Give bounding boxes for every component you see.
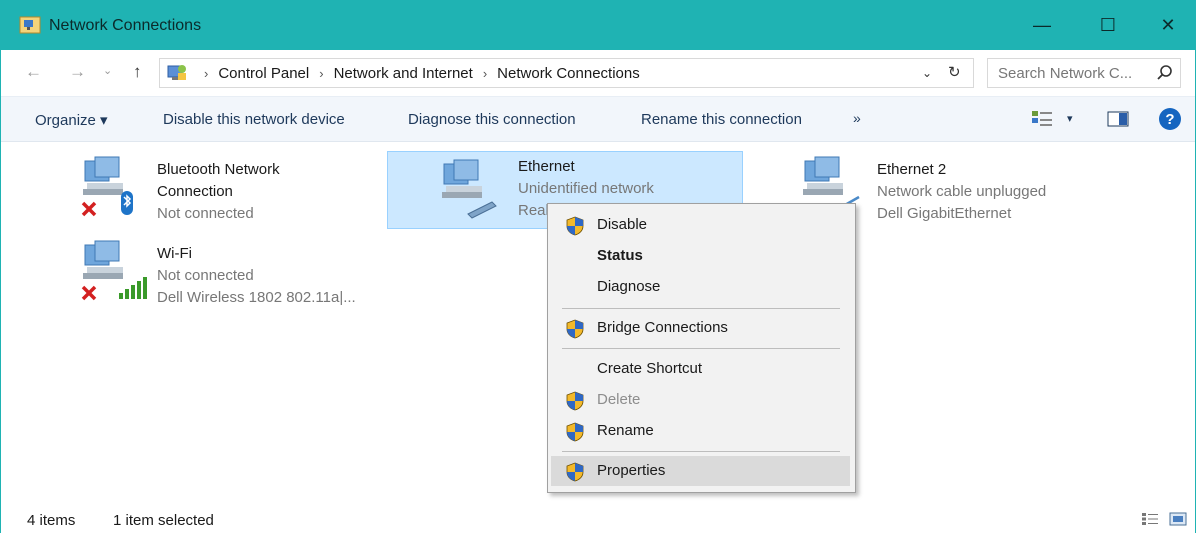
menu-item-create-shortcut[interactable]: Create Shortcut	[551, 354, 850, 384]
minimize-button[interactable]: —	[1009, 1, 1075, 50]
breadcrumb-separator[interactable]: ›	[483, 65, 487, 82]
preview-pane-icon[interactable]	[1107, 111, 1129, 127]
view-dropdown-button[interactable]: ▾	[1067, 112, 1073, 125]
uac-shield-icon	[566, 462, 584, 482]
uac-shield-icon	[566, 319, 584, 339]
menu-item-label: Properties	[597, 462, 666, 479]
help-icon[interactable]: ?	[1159, 108, 1181, 130]
connection-status: Unidentified network	[518, 180, 654, 197]
network-connections-icon	[19, 16, 41, 34]
breadcrumb-network-connections[interactable]: Network Connections	[497, 65, 640, 82]
menu-item-label: Create Shortcut	[597, 360, 703, 377]
connection-device: Dell GigabitEthernet	[877, 205, 1012, 222]
uac-shield-icon	[566, 216, 584, 236]
network-adapter-icon	[81, 240, 147, 301]
title-bar[interactable]: Network Connections — ☐ ✕	[1, 1, 1195, 50]
address-bar[interactable]: › Control Panel › Network and Internet ›…	[159, 58, 974, 88]
menu-separator	[562, 308, 840, 309]
command-bar: Organize ▾ Disable this network device D…	[1, 96, 1195, 142]
connection-device: Dell Wireless 1802 802.11a|...	[157, 289, 356, 306]
organize-button[interactable]: Organize ▾	[35, 111, 108, 129]
menu-item-label: Bridge Connections	[597, 319, 728, 336]
search-icon[interactable]	[1156, 64, 1174, 82]
connection-name: Wi-Fi	[157, 245, 192, 262]
maximize-button[interactable]: ☐	[1075, 1, 1141, 50]
window-title: Network Connections	[49, 17, 202, 34]
breadcrumb: › Control Panel › Network and Internet ›…	[194, 65, 640, 82]
connection-name: Bluetooth Network	[157, 161, 280, 178]
uac-shield-icon	[566, 391, 584, 411]
status-bar: 4 items 1 item selected	[1, 503, 1195, 533]
menu-separator	[562, 451, 840, 452]
search-input[interactable]: Search Network C...	[998, 65, 1132, 82]
menu-item-bridge-connections[interactable]: Bridge Connections	[551, 313, 850, 343]
up-button[interactable]: ↑	[133, 62, 142, 82]
menu-item-label: Rename	[597, 422, 654, 439]
connection-wifi[interactable]: Wi-Fi Not connected Dell Wireless 1802 8…	[81, 239, 381, 313]
forward-button[interactable]: →	[69, 62, 86, 82]
diagnose-connection-button[interactable]: Diagnose this connection	[408, 111, 576, 128]
details-view-icon[interactable]	[1141, 512, 1159, 526]
menu-item-diagnose[interactable]: Diagnose	[551, 272, 850, 302]
rename-connection-button[interactable]: Rename this connection	[641, 111, 802, 128]
uac-shield-icon	[566, 422, 584, 442]
context-menu: Disable Status Diagnose Bridge Connectio…	[547, 203, 856, 493]
breadcrumb-separator[interactable]: ›	[319, 65, 323, 82]
menu-item-label: Delete	[597, 391, 641, 408]
more-commands-button[interactable]: »	[853, 110, 861, 126]
menu-item-label: Diagnose	[597, 278, 661, 295]
large-icons-view-icon[interactable]	[1169, 512, 1187, 526]
menu-item-label: Disable	[597, 216, 648, 233]
recent-locations-button[interactable]: ⌄	[103, 64, 112, 77]
menu-item-properties[interactable]: Properties	[551, 456, 850, 486]
refresh-button[interactable]: ↻	[948, 63, 961, 81]
close-button[interactable]: ✕	[1135, 1, 1196, 50]
menu-item-delete[interactable]: Delete	[551, 385, 850, 415]
connection-name: Ethernet 2	[877, 161, 947, 178]
item-count: 4 items	[27, 512, 76, 529]
connection-labels: Wi-Fi Not connected Dell Wireless 1802 8…	[157, 243, 356, 309]
back-button[interactable]: ←	[25, 62, 42, 82]
selection-count: 1 item selected	[113, 512, 214, 529]
connection-labels: Bluetooth Network Connection Not connect…	[157, 159, 280, 225]
address-dropdown-button[interactable]: ⌄	[922, 66, 932, 80]
connection-status: Network cable unplugged	[877, 183, 1047, 200]
connection-status: Not connected	[157, 267, 254, 284]
network-adapter-icon	[81, 156, 133, 217]
search-box[interactable]: Search Network C...	[987, 58, 1181, 88]
control-panel-icon	[167, 65, 186, 80]
menu-item-disable[interactable]: Disable	[551, 210, 850, 240]
breadcrumb-network-and-internet[interactable]: Network and Internet	[334, 65, 473, 82]
menu-item-label: Status	[597, 247, 643, 264]
menu-separator	[562, 348, 840, 349]
connection-name: Connection	[157, 183, 233, 200]
disable-device-button[interactable]: Disable this network device	[163, 111, 345, 128]
menu-item-status[interactable]: Status	[551, 241, 850, 271]
connection-name: Ethernet	[518, 158, 575, 175]
explorer-window: Network Connections — ☐ ✕ ← → ⌄ ↑ › Cont…	[0, 0, 1196, 533]
network-adapter-icon	[442, 159, 497, 219]
connection-labels: Ethernet 2 Network cable unplugged Dell …	[877, 159, 1046, 225]
breadcrumb-control-panel[interactable]: Control Panel	[218, 65, 309, 82]
connection-status: Not connected	[157, 205, 254, 222]
address-row: ← → ⌄ ↑ › Control Panel › Network and In…	[1, 50, 1195, 96]
connection-bluetooth[interactable]: Bluetooth Network Connection Not connect…	[81, 155, 381, 229]
change-view-icon[interactable]	[1031, 109, 1053, 129]
menu-item-rename[interactable]: Rename	[551, 416, 850, 446]
breadcrumb-separator: ›	[204, 66, 209, 81]
